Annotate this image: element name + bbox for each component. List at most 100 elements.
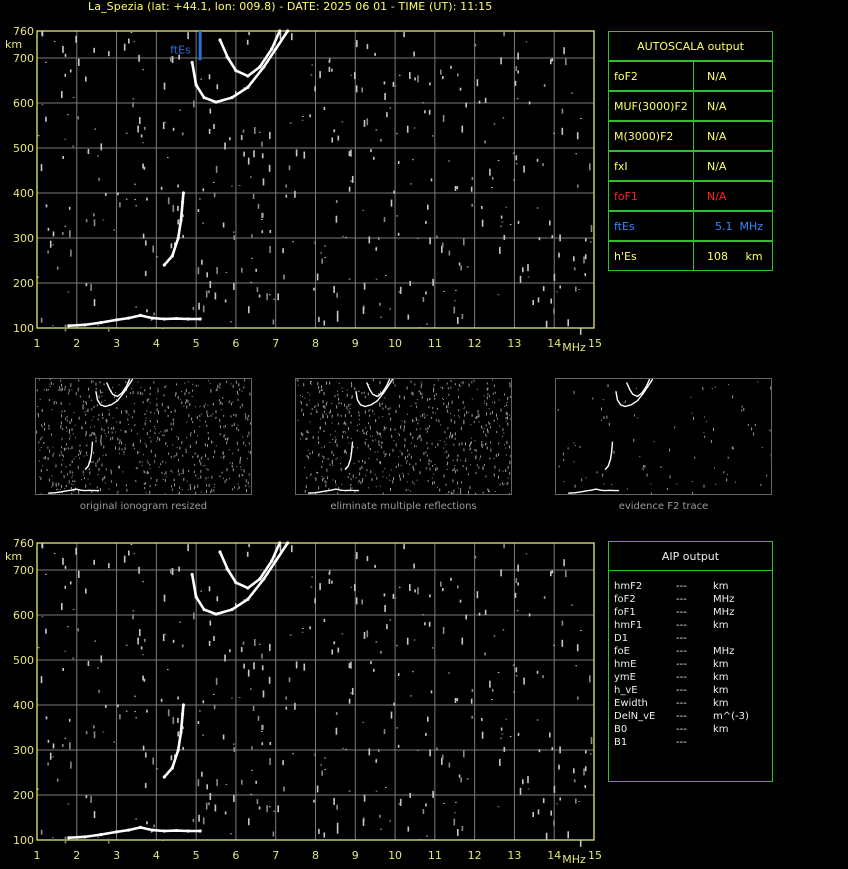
thumb-noise-point bbox=[177, 396, 179, 399]
x-tick-label: 2 bbox=[73, 849, 80, 862]
trace-line bbox=[67, 826, 202, 840]
thumb-noise-point bbox=[373, 413, 375, 415]
noise-point bbox=[295, 661, 298, 669]
thumb-noise-point bbox=[592, 397, 594, 400]
thumb-noise-point bbox=[747, 423, 749, 426]
noise-point bbox=[500, 215, 503, 219]
thumb-noise-point bbox=[368, 409, 370, 412]
noise-point bbox=[474, 555, 477, 559]
noise-point bbox=[375, 129, 378, 131]
noise-point bbox=[261, 653, 263, 659]
noise-point bbox=[355, 85, 358, 93]
thumb-noise-point bbox=[192, 383, 194, 385]
noise-point bbox=[64, 565, 67, 569]
thumb-noise-point bbox=[318, 486, 320, 490]
thumb-noise-point bbox=[245, 415, 247, 419]
x-tick-label: 6 bbox=[232, 337, 239, 350]
thumb-noise-point bbox=[156, 398, 158, 400]
aip-table: hmF2 --- km foF2 --- MHz foF1 --- MHz hmF1 --- km D1… bbox=[608, 570, 773, 782]
thumb-noise-point bbox=[131, 416, 133, 419]
thumb-noise-point bbox=[232, 453, 234, 455]
noise-point bbox=[64, 650, 67, 652]
thumb-noise-point bbox=[41, 424, 43, 427]
thumb-noise-point bbox=[380, 461, 381, 465]
noise-point bbox=[500, 569, 502, 577]
thumb-noise-point bbox=[233, 422, 235, 426]
noise-point bbox=[261, 153, 264, 159]
thumb-noise-point bbox=[448, 402, 449, 406]
thumb-noise-point bbox=[61, 463, 63, 466]
thumb-noise-point bbox=[769, 429, 771, 432]
thumb-noise-point bbox=[399, 477, 401, 481]
noise-point bbox=[258, 643, 261, 645]
thumb-noise-point bbox=[509, 460, 511, 464]
thumb-noise-point bbox=[458, 383, 460, 387]
noise-point bbox=[250, 176, 252, 178]
thumb-noise-point bbox=[177, 493, 179, 496]
thumb-noise-point bbox=[118, 384, 120, 386]
thumb-noise-point bbox=[306, 455, 308, 457]
noise-point bbox=[470, 698, 473, 704]
noise-point bbox=[580, 118, 582, 119]
thumb-noise-point bbox=[415, 462, 417, 465]
noise-point bbox=[222, 222, 225, 228]
thumb-noise-point bbox=[300, 432, 302, 436]
trace-point bbox=[278, 29, 282, 33]
thumb-noise-point bbox=[436, 467, 438, 471]
thumb-noise-point bbox=[312, 435, 314, 439]
noise-point bbox=[134, 199, 136, 201]
thumb-noise-point bbox=[149, 386, 151, 390]
thumb-noise-point bbox=[118, 466, 119, 469]
noise-point bbox=[167, 157, 169, 158]
thumb-noise-point bbox=[603, 483, 605, 485]
noise-point bbox=[484, 140, 486, 144]
noise-point bbox=[426, 835, 428, 837]
thumb-noise-point bbox=[117, 490, 119, 493]
noise-point bbox=[162, 327, 164, 329]
x-tick-label: 12 bbox=[468, 337, 482, 350]
noise-point bbox=[373, 668, 375, 672]
noise-point bbox=[201, 259, 203, 265]
thumb-noise-point bbox=[447, 406, 449, 408]
noise-point bbox=[256, 287, 259, 293]
thumb-noise-point bbox=[329, 382, 331, 384]
noise-point bbox=[139, 629, 141, 636]
thumb-noise-point bbox=[88, 387, 89, 391]
noise-point bbox=[105, 192, 107, 196]
thumb-noise-point bbox=[165, 442, 167, 445]
noise-point bbox=[399, 286, 402, 294]
thumb-noise-point bbox=[446, 382, 448, 385]
noise-point bbox=[262, 690, 265, 698]
noise-point bbox=[252, 194, 255, 199]
thumb-noise-point bbox=[338, 397, 339, 401]
trace-point bbox=[262, 577, 266, 581]
thumb-noise-point bbox=[212, 403, 214, 406]
noise-point bbox=[348, 698, 351, 704]
thumb-noise-point bbox=[454, 432, 456, 436]
noise-point bbox=[177, 205, 179, 211]
thumb-noise-point bbox=[199, 414, 201, 417]
thumb-noise-point bbox=[478, 414, 480, 418]
thumb-noise-point bbox=[404, 420, 406, 424]
noise-point bbox=[197, 267, 200, 275]
thumb-noise-point bbox=[212, 441, 214, 443]
noise-point bbox=[328, 59, 331, 63]
thumb-noise-point bbox=[200, 462, 202, 466]
thumb-noise-point bbox=[463, 421, 465, 425]
noise-point bbox=[417, 587, 419, 595]
thumb-noise-point bbox=[357, 447, 359, 449]
noise-point bbox=[385, 275, 387, 277]
thumb-noise-point bbox=[323, 445, 325, 448]
noise-point bbox=[224, 142, 226, 150]
noise-point bbox=[162, 839, 164, 841]
thumb-noise-point bbox=[704, 435, 706, 438]
thumb-noise-point bbox=[79, 457, 80, 459]
noise-point bbox=[170, 56, 172, 62]
thumb-noise-point bbox=[71, 471, 73, 474]
noise-point bbox=[413, 563, 415, 569]
noise-point bbox=[348, 186, 351, 192]
noise-point bbox=[208, 802, 210, 806]
thumb-noise-point bbox=[420, 385, 422, 389]
noise-point bbox=[199, 198, 201, 200]
noise-point bbox=[374, 52, 376, 56]
